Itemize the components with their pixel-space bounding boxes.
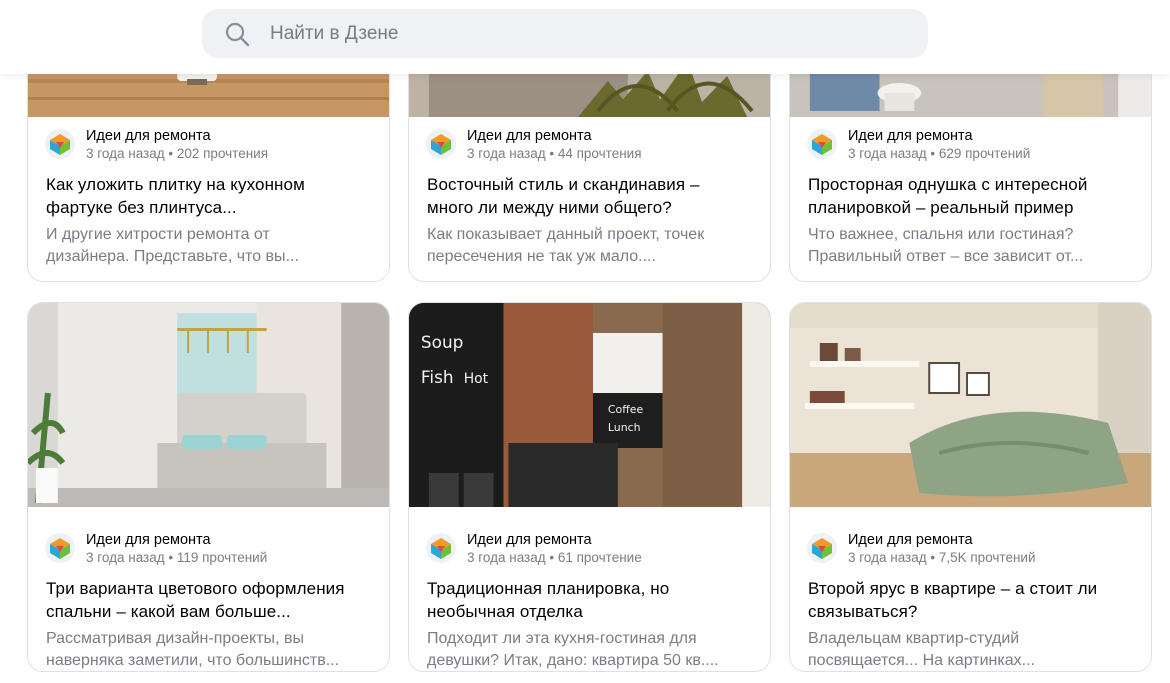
channel-avatar-icon[interactable] <box>45 129 75 159</box>
menu-board-word: Lunch <box>608 421 641 434</box>
article-card[interactable]: Soup Fish Hot Coffee Lunch Идеи для ремо… <box>408 302 771 672</box>
channel-avatar-icon[interactable] <box>426 129 456 159</box>
title-line: много ли между ними общего? <box>427 198 672 217</box>
search-icon <box>225 22 250 46</box>
article-title[interactable]: Второй ярус в квартире – а стоит ли связ… <box>790 565 1151 623</box>
title-line: Второй ярус в квартире – а стоит ли <box>808 579 1098 598</box>
card-meta: Идеи для ремонта 3 года назад • 7,5K про… <box>790 521 1151 565</box>
article-card[interactable]: Идеи для ремонта 3 года назад • 119 проч… <box>27 302 390 672</box>
article-image[interactable] <box>28 303 389 507</box>
snippet-line: Рассматривая дизайн-проекты, вы <box>46 630 304 647</box>
channel-name[interactable]: Идеи для ремонта <box>86 521 389 549</box>
snippet-line: Владельцам квартир-студий <box>808 630 1020 647</box>
title-line: Восточный стиль и скандинавия – <box>427 175 700 194</box>
card-meta: Идеи для ремонта 3 года назад • 202 проч… <box>28 117 389 161</box>
search-placeholder: Найти в Дзене <box>270 22 399 44</box>
title-line: связываться? <box>808 602 918 621</box>
channel-avatar-icon[interactable] <box>426 533 456 563</box>
article-title[interactable]: Три варианта цветового оформления спальн… <box>28 565 389 623</box>
title-line: фартуке без плинтуса... <box>46 198 237 217</box>
title-line: необычная отделка <box>427 602 583 621</box>
card-meta: Идеи для ремонта 3 года назад • 61 прочт… <box>409 521 770 565</box>
article-image[interactable] <box>790 303 1151 507</box>
channel-avatar-icon[interactable] <box>807 129 837 159</box>
title-line: Просторная однушка с интересной <box>808 175 1088 194</box>
search-input[interactable]: Найти в Дзене <box>202 9 928 58</box>
channel-avatar-icon[interactable] <box>807 533 837 563</box>
title-line: Как уложить плитку на кухонном <box>46 175 305 194</box>
article-stats: 3 года назад • 202 прочтения <box>86 146 269 161</box>
article-snippet: И другие хитрости ремонта от дизайнера. … <box>28 219 389 268</box>
snippet-line: Как показывает данный проект, точек <box>427 226 705 243</box>
snippet-line: Что важнее, спальня или гостиная? <box>808 226 1074 243</box>
channel-name[interactable]: Идеи для ремонта <box>86 117 389 145</box>
title-line: Традиционная планировка, но <box>427 579 670 598</box>
channel-avatar-icon[interactable] <box>45 533 75 563</box>
title-line: планировкой – реальный пример <box>808 198 1074 217</box>
article-title[interactable]: Восточный стиль и скандинавия – много ли… <box>409 161 770 219</box>
menu-board-word: Hot <box>464 371 489 387</box>
snippet-line: дизайнера. Представьте, что вы... <box>46 248 299 265</box>
snippet-line: посвящается... На картинках... <box>808 652 1035 669</box>
article-stats: 3 года назад • 44 прочтения <box>467 146 642 161</box>
article-image[interactable]: Soup Fish Hot Coffee Lunch <box>409 303 770 507</box>
article-card[interactable]: Идеи для ремонта 3 года назад • 7,5K про… <box>789 302 1152 672</box>
snippet-line: И другие хитрости ремонта от <box>46 226 270 243</box>
snippet-line: девушки? Итак, дано: квартира 50 кв.... <box>427 652 719 669</box>
article-snippet: Как показывает данный проект, точек пере… <box>409 219 770 268</box>
article-stats: 3 года назад • 119 прочтений <box>86 550 268 565</box>
article-stats: 3 года назад • 7,5K прочтений <box>848 550 1036 565</box>
card-meta: Идеи для ремонта 3 года назад • 44 прочт… <box>409 117 770 161</box>
menu-board-word: Soup <box>421 332 463 352</box>
article-title[interactable]: Просторная однушка с интересной планиров… <box>790 161 1151 219</box>
article-snippet: Что важнее, спальня или гостиная? Правил… <box>790 219 1151 268</box>
snippet-line: Подходит ли эта кухня-гостиная для <box>427 630 697 647</box>
channel-name[interactable]: Идеи для ремонта <box>848 521 1151 549</box>
article-title[interactable]: Традиционная планировка, но необычная от… <box>409 565 770 623</box>
article-stats: 3 года назад • 629 прочтений <box>848 146 1031 161</box>
card-meta: Идеи для ремонта 3 года назад • 629 проч… <box>790 117 1151 161</box>
article-snippet: Владельцам квартир-студий посвящается...… <box>790 623 1151 671</box>
channel-name[interactable]: Идеи для ремонта <box>848 117 1151 145</box>
article-snippet: Подходит ли эта кухня-гостиная для девуш… <box>409 623 770 671</box>
card-meta: Идеи для ремонта 3 года назад • 119 проч… <box>28 521 389 565</box>
snippet-line: Правильный ответ – все зависит от... <box>808 248 1084 265</box>
title-line: спальни – какой вам больше... <box>46 602 291 621</box>
top-header: Найти в Дзене <box>0 0 1170 74</box>
menu-board-word: Coffee <box>608 403 644 416</box>
snippet-line: пересечения не так уж мало.... <box>427 248 656 265</box>
article-title[interactable]: Как уложить плитку на кухонном фартуке б… <box>28 161 389 219</box>
channel-name[interactable]: Идеи для ремонта <box>467 117 770 145</box>
article-stats: 3 года назад • 61 прочтение <box>467 550 642 565</box>
menu-board-word: Fish <box>421 367 454 387</box>
article-snippet: Рассматривая дизайн-проекты, вы наверняк… <box>28 623 389 671</box>
snippet-line: наверняка заметили, что большинств... <box>46 652 340 669</box>
title-line: Три варианта цветового оформления <box>46 579 345 598</box>
channel-name[interactable]: Идеи для ремонта <box>467 521 770 549</box>
